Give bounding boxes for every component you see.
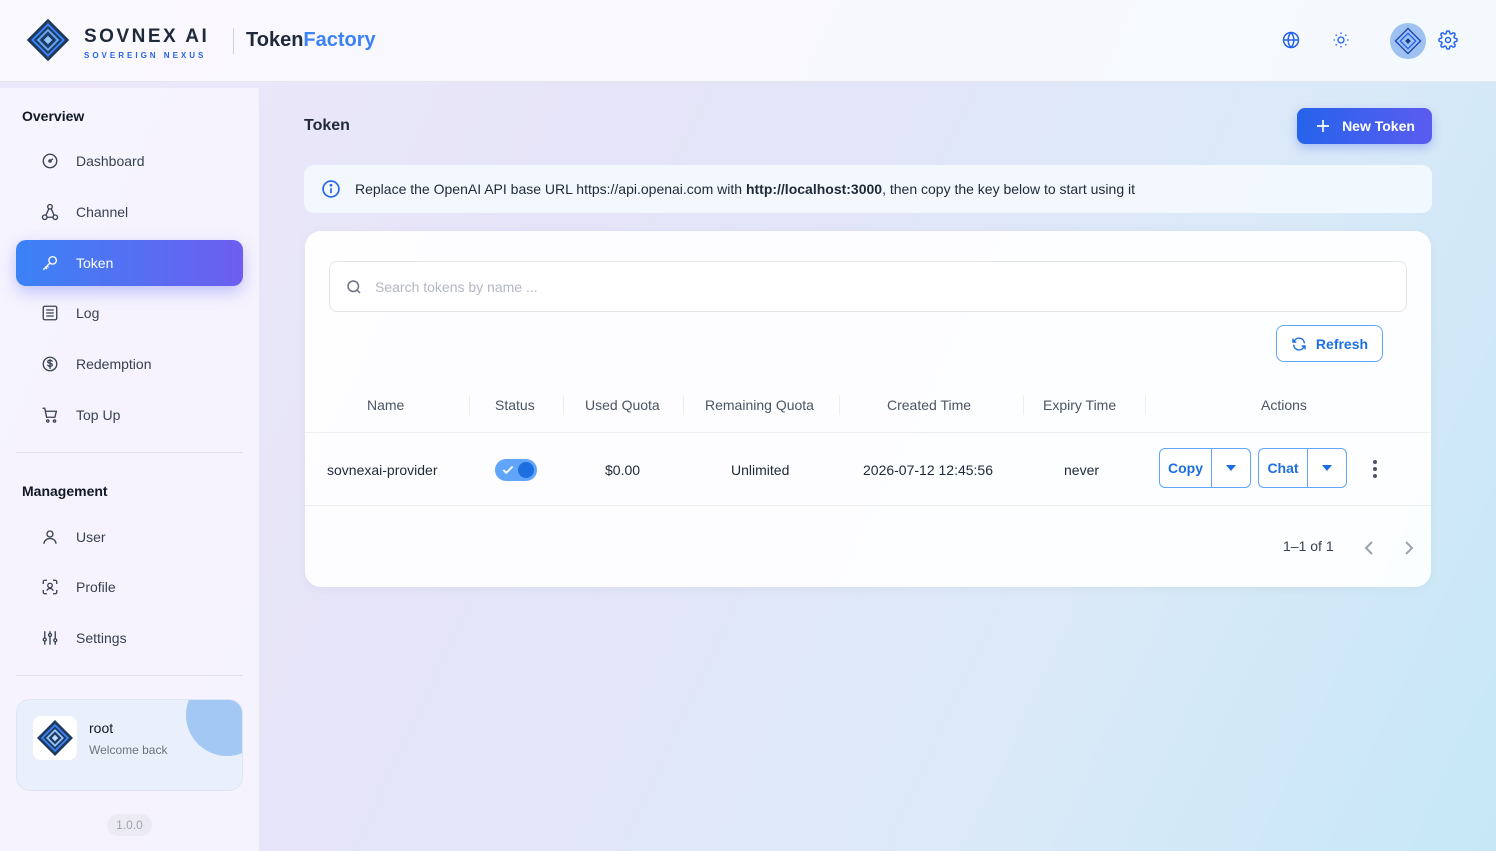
plus-icon <box>1314 117 1332 135</box>
copy-button[interactable]: Copy <box>1160 449 1212 487</box>
sidebar-item-log[interactable]: Log <box>16 290 243 336</box>
token-name: sovnexai-provider <box>327 462 438 478</box>
created-time: 2026-07-12 12:45:56 <box>863 462 993 478</box>
refresh-button[interactable]: Refresh <box>1276 325 1383 362</box>
dollar-icon <box>40 354 60 374</box>
refresh-label: Refresh <box>1315 335 1369 352</box>
brand-name: SOVNEX AI <box>84 25 210 47</box>
expiry-time: never <box>1064 462 1100 478</box>
search-input[interactable] <box>375 278 1275 295</box>
sidebar-item-label: Redemption <box>76 356 152 372</box>
sidebar-item-label: Dashboard <box>76 153 145 169</box>
sidebar-item-settings[interactable]: Settings <box>16 615 243 661</box>
sidebar-item-token[interactable]: Token <box>16 240 243 286</box>
search-field[interactable] <box>329 261 1407 312</box>
column-header-expiry-time[interactable]: Expiry Time <box>1043 397 1116 413</box>
gear-icon[interactable] <box>1437 29 1459 51</box>
caret-down-icon <box>1226 465 1236 471</box>
sidebar-item-top-up[interactable]: Top Up <box>16 392 243 438</box>
column-header-remaining-quota[interactable]: Remaining Quota <box>705 397 814 413</box>
sidebar-item-profile[interactable]: Profile <box>16 564 243 610</box>
pagination-info: 1–1 of 1 <box>1283 538 1334 554</box>
column-divider <box>1023 395 1024 415</box>
section-title-overview: Overview <box>22 108 85 124</box>
brand-logo[interactable]: SOVNEX AI SOVEREIGN NEXUS <box>26 18 209 67</box>
globe-icon[interactable] <box>1280 29 1302 51</box>
prev-page-icon[interactable] <box>1360 539 1378 557</box>
toggle-knob <box>518 462 534 478</box>
new-token-button[interactable]: New Token <box>1297 108 1432 144</box>
user-name: root <box>89 720 114 736</box>
column-header-created-time[interactable]: Created Time <box>887 397 971 413</box>
next-page-icon[interactable] <box>1400 539 1418 557</box>
version-badge: 1.0.0 <box>107 814 152 836</box>
search-icon <box>345 278 363 296</box>
table-row: sovnexai-provider $0.00 Unlimited 2026-0… <box>305 433 1431 506</box>
tokens-card: Refresh Name Status Used Quota Remaining… <box>305 231 1431 587</box>
sidebar-item-label: Channel <box>76 204 129 220</box>
copy-dropdown-button[interactable] <box>1212 449 1250 487</box>
column-header-name[interactable]: Name <box>367 397 404 413</box>
dashboard-icon <box>40 151 60 171</box>
used-quota: $0.00 <box>605 462 641 478</box>
avatar <box>33 716 77 760</box>
sidebar-item-dashboard[interactable]: Dashboard <box>16 138 243 184</box>
user-icon <box>40 527 60 547</box>
cart-icon <box>40 405 60 425</box>
brand-tagline: SOVEREIGN NEXUS <box>84 50 207 60</box>
chat-split-button: Chat <box>1258 448 1347 488</box>
app-title: TokenFactory <box>246 29 376 51</box>
check-icon <box>502 465 514 475</box>
sidebar-item-user[interactable]: User <box>16 514 243 560</box>
column-divider <box>839 395 840 415</box>
sun-icon[interactable] <box>1330 29 1352 51</box>
section-title-management: Management <box>22 483 108 499</box>
sidebar: Overview Dashboard Channel Token Log Red… <box>0 88 260 851</box>
sidebar-item-redemption[interactable]: Redemption <box>16 341 243 387</box>
diamond-logo-icon <box>26 18 70 67</box>
sidebar-item-channel[interactable]: Channel <box>16 189 243 235</box>
new-token-label: New Token <box>1342 118 1415 134</box>
column-divider <box>563 395 564 415</box>
card-decoration <box>186 700 242 756</box>
status-toggle[interactable] <box>495 459 537 481</box>
sidebar-item-label: Token <box>76 255 114 271</box>
user-subtitle: Welcome back <box>89 743 168 757</box>
sidebar-item-label: Settings <box>76 630 127 646</box>
info-icon <box>321 179 341 199</box>
caret-down-icon <box>1322 465 1332 471</box>
column-divider <box>1145 395 1146 415</box>
column-header-used-quota[interactable]: Used Quota <box>585 397 660 413</box>
chat-dropdown-button[interactable] <box>1308 449 1346 487</box>
avatar[interactable] <box>1390 23 1426 59</box>
column-header-actions: Actions <box>1261 397 1307 413</box>
key-icon <box>40 253 60 273</box>
copy-split-button: Copy <box>1159 448 1251 488</box>
sidebar-item-label: Top Up <box>76 407 121 423</box>
log-icon <box>40 303 60 323</box>
base-url: http://localhost:3000 <box>745 181 883 197</box>
column-header-status[interactable]: Status <box>495 397 535 413</box>
header-divider <box>233 28 234 54</box>
sidebar-divider <box>16 675 243 676</box>
sidebar-divider <box>16 452 243 453</box>
page-title: Token <box>304 117 350 134</box>
sidebar-item-label: User <box>76 529 106 545</box>
channel-icon <box>40 202 60 222</box>
column-divider <box>683 395 684 415</box>
remaining-quota: Unlimited <box>731 462 790 478</box>
sliders-icon <box>40 628 60 648</box>
column-divider <box>469 395 470 415</box>
profile-icon <box>40 577 60 597</box>
info-banner: Replace the OpenAI API base URL https://… <box>304 165 1432 213</box>
top-header: SOVNEX AI SOVEREIGN NEXUS TokenFactory <box>0 0 1496 82</box>
sidebar-item-label: Log <box>76 305 100 321</box>
chat-button[interactable]: Chat <box>1259 449 1308 487</box>
table-header: Name Status Used Quota Remaining Quota C… <box>305 377 1431 433</box>
refresh-icon <box>1291 336 1307 352</box>
info-text: Replace the OpenAI API base URL https://… <box>355 181 1135 197</box>
more-options-icon[interactable] <box>1367 458 1383 480</box>
user-card[interactable]: root Welcome back <box>16 699 243 791</box>
sidebar-item-label: Profile <box>76 579 116 595</box>
